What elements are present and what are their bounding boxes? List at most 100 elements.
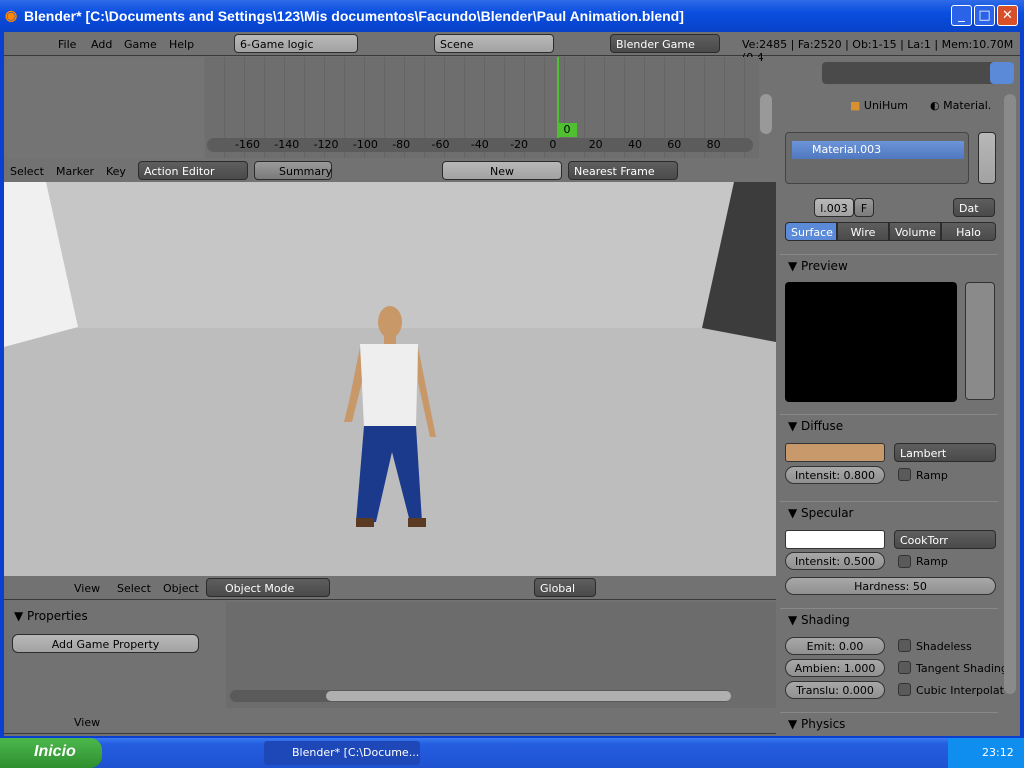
menu-add[interactable]: Add	[91, 38, 112, 51]
material-icon: ◐	[930, 99, 944, 112]
orientation-selector[interactable]: Global	[534, 578, 596, 597]
preview-panel-header[interactable]: ▼ Preview	[780, 254, 998, 276]
tab-halo[interactable]: Halo	[941, 222, 996, 241]
frame-tick-label: 60	[667, 138, 682, 151]
specular-color-swatch[interactable]	[785, 530, 885, 549]
mode-selector[interactable]: Action Editor	[138, 161, 248, 180]
ambient-field[interactable]: Ambien: 1.000	[785, 659, 885, 677]
material-preview	[785, 282, 957, 402]
object-mode-selector[interactable]: Object Mode	[206, 578, 330, 597]
collapse-icon[interactable]: ▼	[14, 609, 27, 623]
diffuse-shader-selector[interactable]: Lambert	[894, 443, 996, 462]
logic-editor[interactable]	[226, 602, 776, 708]
engine-selector[interactable]: Blender Game	[610, 34, 720, 53]
specular-ramp-label: Ramp	[916, 555, 948, 568]
tab-surface[interactable]: Surface	[785, 222, 837, 241]
preview-title: Preview	[801, 259, 848, 273]
shading-title: Shading	[801, 613, 850, 627]
menu-view[interactable]: View	[74, 716, 100, 729]
horizontal-scrollbar[interactable]	[230, 690, 731, 702]
taskbar-blender-item[interactable]: Blender* [C:\Docume...	[264, 741, 420, 765]
3d-view-header: View Select Object Object Mode Global	[4, 576, 776, 600]
frame-ruler[interactable]: -160 -140 -120 -100 -80 -60 -40 -20 0 20 40 60 80	[207, 138, 753, 152]
breadcrumb-material: Material.	[943, 99, 992, 112]
frame-tick-label: -160	[235, 138, 260, 151]
translucency-field[interactable]: Translu: 0.000	[785, 681, 885, 699]
screen-selector[interactable]: 6-Game logic	[234, 34, 358, 53]
diffuse-color-swatch[interactable]	[785, 443, 885, 462]
snap-selector[interactable]: Nearest Frame	[568, 161, 678, 180]
specular-panel-header[interactable]: ▼ Specular	[780, 501, 998, 523]
material-tab[interactable]	[990, 62, 1014, 84]
frame-tick-label: -40	[470, 138, 489, 151]
title-bar: ◉ Blender* [C:\Documents and Settings\123…	[0, 0, 1024, 32]
info-header: File Add Game Help 6-Game logic Scene Bl…	[4, 32, 1020, 64]
slot-add-remove-buttons[interactable]	[978, 132, 996, 184]
diffuse-title: Diffuse	[801, 419, 844, 433]
menu-marker[interactable]: Marker	[56, 165, 94, 178]
menu-file[interactable]: File	[58, 38, 76, 51]
frame-tick-label: 0	[549, 138, 557, 151]
diffuse-panel-header[interactable]: ▼ Diffuse	[780, 414, 998, 436]
tangent-checkbox[interactable]	[898, 661, 911, 674]
close-button[interactable]: ✕	[997, 5, 1018, 26]
summary-toggle[interactable]: Summary	[254, 161, 332, 180]
material-name-field[interactable]: l.003	[814, 198, 854, 217]
frame-tick-label: 20	[588, 138, 603, 151]
menu-view[interactable]: View	[74, 582, 100, 595]
properties-scrollbar[interactable]	[1004, 94, 1016, 694]
frame-tick-label: -140	[274, 138, 300, 151]
menu-select[interactable]: Select	[117, 582, 151, 595]
menu-help[interactable]: Help	[169, 38, 194, 51]
menu-object[interactable]: Object	[163, 582, 199, 595]
tangent-label: Tangent Shading	[916, 662, 1008, 675]
physics-title: Physics	[801, 717, 846, 731]
vertical-scrollbar[interactable]	[760, 94, 772, 134]
frame-tick-label: -20	[510, 138, 529, 151]
character	[344, 306, 436, 527]
new-action-button[interactable]: New	[442, 161, 562, 180]
menu-game[interactable]: Game	[124, 38, 157, 51]
emit-field[interactable]: Emit: 0.00	[785, 637, 885, 655]
menu-select[interactable]: Select	[10, 165, 44, 178]
shadeless-checkbox[interactable]	[898, 639, 911, 652]
physics-panel-header[interactable]: ▼ Physics	[780, 712, 998, 734]
system-clock: 23:12	[948, 738, 1024, 768]
diffuse-ramp-checkbox[interactable]	[898, 468, 911, 481]
link-selector[interactable]: Dat	[953, 198, 995, 217]
start-button[interactable]: Inicio	[0, 738, 102, 768]
logic-properties-region: ▼ Properties Add Game Property	[4, 602, 224, 708]
action-editor-header: Select Marker Key Action Editor Summary …	[4, 159, 776, 183]
cubic-checkbox[interactable]	[898, 683, 911, 696]
context-tabs[interactable]	[822, 62, 1014, 84]
fake-user-button[interactable]: F	[854, 198, 874, 217]
material-slot-list[interactable]: Material.003	[785, 132, 969, 184]
scene-walls	[4, 182, 776, 527]
frame-tick-label: 40	[628, 138, 642, 151]
scene-selector[interactable]: Scene	[434, 34, 554, 53]
properties-panel-title: Properties	[27, 609, 88, 623]
breadcrumb-object: UniHum	[863, 99, 908, 112]
tab-volume[interactable]: Volume	[889, 222, 941, 241]
frame-tick-label: -120	[313, 138, 339, 151]
shading-panel-header[interactable]: ▼ Shading	[780, 608, 998, 630]
menu-key[interactable]: Key	[106, 165, 126, 178]
tab-wire[interactable]: Wire	[837, 222, 889, 241]
current-frame-label: 0	[557, 123, 577, 137]
frame-tick-label: -100	[352, 138, 378, 151]
specular-ramp-checkbox[interactable]	[898, 555, 911, 568]
cubic-label: Cubic Interpolat	[916, 684, 1004, 697]
specular-intensity-slider[interactable]: Intensit: 0.500	[785, 552, 885, 570]
add-game-property-button[interactable]: Add Game Property	[12, 634, 199, 653]
minimize-button[interactable]: _	[951, 5, 972, 26]
specular-shader-selector[interactable]: CookTorr	[894, 530, 996, 549]
hardness-field[interactable]: Hardness: 50	[785, 577, 996, 595]
3d-viewport[interactable]	[4, 182, 776, 576]
action-graph[interactable]: 0 -160 -140 -120 -100 -80 -60 -40 -20 0 20 40 60 80	[205, 57, 759, 158]
frame-tick-label: 80	[706, 138, 721, 151]
object-icon: ■	[850, 99, 864, 112]
diffuse-intensity-slider[interactable]: Intensit: 0.800	[785, 466, 885, 484]
material-slot-item[interactable]: Material.003	[792, 141, 964, 159]
maximize-button[interactable]: □	[974, 5, 995, 26]
preview-type-buttons[interactable]	[965, 282, 995, 400]
